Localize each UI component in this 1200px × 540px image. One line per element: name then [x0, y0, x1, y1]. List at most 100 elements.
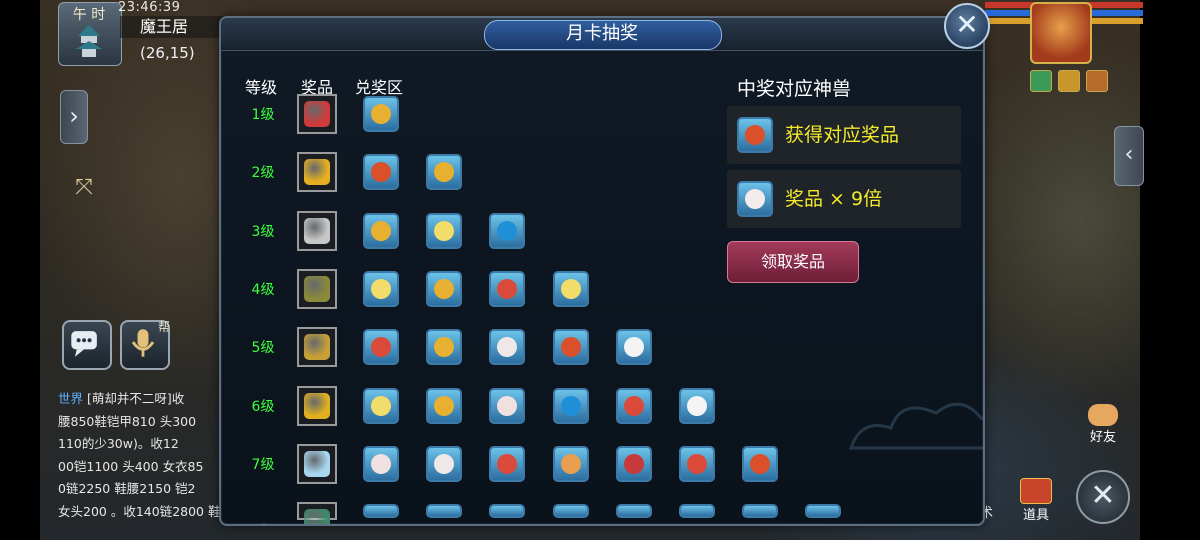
beast-slot[interactable] [426, 212, 463, 249]
beast-slot[interactable] [679, 445, 715, 482]
beast-slot[interactable] [426, 504, 463, 519]
beast-slot[interactable] [489, 504, 526, 519]
prize-slot[interactable] [297, 210, 337, 251]
chat-line: 腰850鞋铠甲810 头300 [58, 413, 197, 429]
buff-icon[interactable] [1086, 70, 1108, 92]
beast-slot[interactable] [552, 270, 589, 307]
pagoda-icon [76, 25, 102, 57]
chat-line: 00铠1100 头400 女衣85 [58, 458, 204, 474]
beast-slot[interactable] [363, 445, 399, 482]
beast-icon [497, 453, 518, 474]
prize-item-icon [304, 275, 330, 302]
beast-slot[interactable] [489, 270, 526, 307]
beast-icon [687, 395, 707, 416]
info-get-matching-prize: 获得对应奖品 [785, 124, 900, 146]
column-header-exchange: 兑奖区 [355, 78, 404, 97]
level-label: 7级 [251, 456, 275, 473]
level-label: 4级 [251, 281, 275, 298]
prize-slot[interactable] [297, 327, 337, 368]
beast-slot[interactable] [426, 329, 463, 366]
system-clock: 23:46:39 [118, 0, 181, 15]
close-menu-button[interactable]: ✕ [1076, 470, 1130, 524]
prize-item-icon [304, 509, 330, 524]
prize-slot[interactable] [297, 443, 337, 484]
beast-icon [371, 395, 391, 416]
expand-right-panel-button[interactable]: ‹ [1114, 126, 1144, 186]
close-dialog-button[interactable]: ✕ [944, 3, 990, 49]
beast-slot[interactable] [615, 387, 652, 424]
beast-icon [371, 453, 391, 474]
beast-slot[interactable] [426, 154, 463, 191]
beast-icon [560, 453, 581, 474]
guild-help-tag: 帮 [158, 320, 171, 334]
prize-slot[interactable] [297, 502, 337, 524]
beast-slot[interactable] [426, 445, 463, 482]
monthly-card-lottery-dialog: 月卡抽奖 等级 奖品 兑奖区 1级2级3级4级5级6级7级8级 中奖对应神兽 获… [219, 16, 985, 526]
beast-icon [371, 278, 391, 299]
buff-icon[interactable] [1058, 70, 1080, 92]
fullscreen-toggle-icon[interactable]: ⤧ [64, 168, 104, 208]
items-label: 道具 [1022, 508, 1049, 523]
prize-item-icon [304, 392, 330, 419]
beast-icon [750, 453, 771, 474]
beast-slot[interactable] [489, 445, 526, 482]
buff-icon[interactable] [1030, 70, 1052, 92]
beast-slot[interactable] [426, 387, 463, 424]
prize-item-icon [304, 334, 330, 361]
beast-slot[interactable] [615, 445, 652, 482]
level-label: 1级 [251, 107, 275, 123]
info-row-multiplier: 奖品 × 9倍 [727, 170, 961, 228]
beast-slot[interactable] [489, 387, 526, 424]
beast-slot[interactable] [363, 270, 399, 307]
expand-left-panel-button[interactable]: › [60, 90, 88, 144]
beast-icon [434, 278, 455, 299]
beast-slot[interactable] [742, 504, 779, 519]
left-letterbox [0, 0, 40, 540]
items-button[interactable]: 道具 [1018, 478, 1054, 523]
beast-slot[interactable] [742, 445, 779, 482]
beast-slot[interactable] [552, 387, 589, 424]
beast-slot[interactable] [552, 504, 589, 519]
level-label: 6级 [251, 398, 275, 415]
beast-slot[interactable] [426, 270, 463, 307]
beast-slot[interactable] [489, 212, 526, 249]
chat-log[interactable]: 世界 [萌却并不二呀]收 腰850鞋铠甲810 头300 110的少30w)。收… [58, 388, 223, 523]
level-label: 3级 [251, 223, 275, 240]
beast-slot[interactable] [679, 504, 715, 519]
prize-item-icon [304, 159, 330, 186]
beast-icon [371, 337, 391, 358]
winning-beast-title: 中奖对应神兽 [737, 78, 852, 100]
beast-slot[interactable] [552, 445, 589, 482]
dialog-title: 月卡抽奖 [566, 23, 638, 44]
chat-bubble-icon [71, 331, 97, 357]
beast-slot[interactable] [363, 329, 399, 366]
chat-button[interactable] [62, 320, 112, 370]
beast-icon [434, 337, 455, 358]
prize-slot[interactable] [297, 94, 337, 134]
level-label: 2级 [251, 165, 275, 182]
beast-slot[interactable] [363, 504, 399, 519]
beast-slot[interactable] [615, 504, 652, 519]
beast-slot[interactable] [552, 329, 589, 366]
beast-slot[interactable] [489, 329, 526, 366]
beast-slot[interactable] [363, 154, 399, 191]
beast-icon [623, 395, 644, 416]
prize-slot[interactable] [297, 152, 337, 193]
chat-line: 女头200 。收140链2800 鞋2400 腰2300 [58, 503, 223, 519]
beast-icon [371, 162, 391, 183]
beast-icon [434, 220, 455, 241]
beast-slot[interactable] [805, 504, 842, 519]
prize-slot[interactable] [297, 268, 337, 309]
friends-button[interactable]: 好友 [1082, 404, 1124, 446]
beast-slot[interactable] [363, 387, 399, 424]
cloud-decoration-icon [848, 402, 983, 450]
beast-slot[interactable] [363, 212, 399, 249]
beast-slot[interactable] [615, 329, 652, 366]
beast-icon [560, 337, 581, 358]
chat-line: 0链2250 鞋腰2150 铠2 [58, 481, 196, 496]
beast-slot[interactable] [679, 387, 715, 424]
prize-slot[interactable] [297, 385, 337, 426]
beast-slot[interactable] [363, 96, 399, 132]
player-avatar[interactable] [1030, 2, 1092, 64]
claim-prize-button[interactable]: 领取奖品 [727, 241, 859, 283]
